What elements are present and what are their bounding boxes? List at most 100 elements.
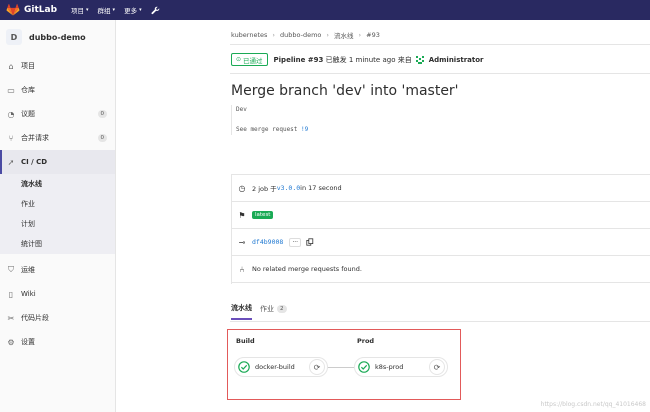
book-icon: ▯ xyxy=(8,289,14,299)
sidebar-item-label: Wiki xyxy=(21,290,36,298)
user-avatar-icon[interactable] xyxy=(414,54,425,65)
top-navbar: GitLab 项目 ▾ 群组 ▾ 更多 ▾ xyxy=(0,0,650,20)
rocket-icon: ➚ xyxy=(7,157,15,167)
sidebar-item-label: 项目 xyxy=(21,62,35,70)
pipeline-info-box: ◷ 2 job 于 v3.0.0 in 17 second ⚑ latest ⊸… xyxy=(231,174,650,284)
breadcrumb: kubernetes › dubbo-demo › 流水线 › #93 xyxy=(231,30,380,40)
flag-icon: ⚑ xyxy=(238,210,246,220)
sidebar-item-project[interactable]: ⌂ 项目 xyxy=(0,54,115,78)
sidebar-item-label: 代码片段 xyxy=(21,314,49,322)
pipeline-graph: Build Prod docker-build ⟳ k8s-prod ⟳ xyxy=(227,329,461,400)
sidebar-item-label: 运维 xyxy=(21,266,35,274)
breadcrumb-item[interactable]: 流水线 xyxy=(334,30,354,40)
check-circle-icon: ⊙ xyxy=(236,56,242,63)
no-mr-text: No related merge requests found. xyxy=(252,265,362,273)
commit-desc-line: Dev xyxy=(236,106,247,113)
check-circle-icon xyxy=(358,361,370,373)
divider xyxy=(230,44,650,45)
gear-icon: ⚙ xyxy=(7,337,15,347)
more-button[interactable]: ··· xyxy=(289,237,302,247)
sidebar-sub-jobs[interactable]: 作业 xyxy=(0,194,115,214)
doc-icon: ▭ xyxy=(7,85,15,95)
pipeline-status-row: ⊙ 已通过 Pipeline #93 已触发 1 minute ago 来自 A… xyxy=(231,53,484,66)
job-k8s-prod[interactable]: k8s-prod ⟳ xyxy=(354,357,448,377)
commit-icon: ⊸ xyxy=(238,237,246,247)
divider xyxy=(230,321,650,322)
chevron-right-icon: › xyxy=(326,31,330,39)
nav-more[interactable]: 更多 ▾ xyxy=(124,5,142,15)
job-name: k8s-prod xyxy=(375,363,404,371)
tags-info-row: ⚑ latest xyxy=(232,202,650,229)
sidebar-sub-charts[interactable]: 统计图 xyxy=(0,234,115,254)
chevron-down-icon: ▾ xyxy=(112,7,116,13)
sidebar-item-snippets[interactable]: ✂ 代码片段 xyxy=(0,306,115,330)
retry-icon[interactable]: ⟳ xyxy=(429,359,445,375)
retry-icon[interactable]: ⟳ xyxy=(309,359,325,375)
clock-icon: ◷ xyxy=(238,183,246,193)
breadcrumb-item[interactable]: kubernetes xyxy=(231,31,267,39)
gitlab-fox-icon xyxy=(6,4,20,16)
sidebar-item-merge-requests[interactable]: ⑂ 合并请求 0 xyxy=(0,126,115,150)
wrench-icon[interactable] xyxy=(151,6,160,15)
merge-request-link[interactable]: !9 xyxy=(301,126,308,133)
commit-info-row: ⊸ df4b9008 ··· xyxy=(232,229,650,256)
brand-name: GitLab xyxy=(24,5,58,15)
nav-groups[interactable]: 群组 ▾ xyxy=(98,5,116,15)
sidebar-item-label: CI / CD xyxy=(21,158,48,166)
jobs-count-badge: 2 xyxy=(277,305,287,313)
issues-icon: ◔ xyxy=(7,109,15,119)
job-docker-build[interactable]: docker-build ⟳ xyxy=(234,357,328,377)
issues-count-badge: 0 xyxy=(97,110,107,118)
gitlab-logo[interactable]: GitLab xyxy=(6,4,71,16)
stage-title: Build xyxy=(236,337,255,345)
sidebar-item-label: 设置 xyxy=(21,338,35,346)
tab-pipeline[interactable]: 流水线 xyxy=(231,298,252,320)
merge-request-icon: ⑃ xyxy=(239,264,245,274)
commit-desc-line: See merge request !9 xyxy=(236,125,308,135)
jobs-duration: in 17 second xyxy=(300,184,342,192)
watermark: https://blog.csdn.net/qq_41016468 xyxy=(540,401,646,408)
commit-title: Merge branch 'dev' into 'master' xyxy=(231,83,459,99)
tab-jobs[interactable]: 作业 2 xyxy=(260,298,287,320)
nav-more-label: 更多 xyxy=(124,7,138,15)
nav-projects-label: 项目 xyxy=(71,7,85,15)
sidebar-item-label: 合并请求 xyxy=(21,134,49,142)
nav-projects[interactable]: 项目 ▾ xyxy=(71,5,89,15)
sidebar-item-settings[interactable]: ⚙ 设置 xyxy=(0,330,115,354)
pipeline-id: Pipeline #93 xyxy=(273,55,324,64)
pipeline-tabs: 流水线 作业 2 xyxy=(231,298,295,320)
tab-label: 流水线 xyxy=(231,304,252,312)
nav-groups-label: 群组 xyxy=(97,7,111,15)
project-header[interactable]: D dubbo-demo xyxy=(0,20,115,54)
chevron-right-icon: › xyxy=(358,31,362,39)
project-name: dubbo-demo xyxy=(29,32,86,42)
home-icon: ⌂ xyxy=(8,61,14,71)
sidebar-item-label: 仓库 xyxy=(21,86,35,94)
chevron-right-icon: › xyxy=(272,31,276,39)
breadcrumb-item[interactable]: dubbo-demo xyxy=(280,31,321,39)
ref-link[interactable]: v3.0.0 xyxy=(277,184,300,192)
project-sidebar: D dubbo-demo ⌂ 项目 ▭ 仓库 ◔ 议题 0 ⑂ 合并请求 0 ➚… xyxy=(0,20,116,412)
copy-icon[interactable] xyxy=(306,238,314,246)
divider xyxy=(230,73,650,74)
chevron-down-icon: ▾ xyxy=(86,7,89,13)
sidebar-item-wiki[interactable]: ▯ Wiki xyxy=(0,282,115,306)
triggered-text: 已触发 1 minute ago 来自 xyxy=(325,55,412,64)
sidebar-item-ci-cd[interactable]: ➚ CI / CD xyxy=(0,150,115,174)
user-name[interactable]: Administrator xyxy=(429,56,484,64)
mr-count-badge: 0 xyxy=(97,134,107,142)
sidebar-sub-schedules[interactable]: 计划 xyxy=(0,214,115,234)
chevron-down-icon: ▾ xyxy=(139,7,142,13)
stage-title: Prod xyxy=(357,337,375,345)
sidebar-sub-pipelines[interactable]: 流水线 xyxy=(0,174,115,194)
sidebar-item-issues[interactable]: ◔ 议题 0 xyxy=(0,102,115,126)
sidebar-item-repository[interactable]: ▭ 仓库 xyxy=(0,78,115,102)
status-badge[interactable]: ⊙ 已通过 xyxy=(231,53,268,66)
commit-sha-link[interactable]: df4b9008 xyxy=(252,238,283,246)
check-circle-icon xyxy=(238,361,250,373)
sidebar-item-operations[interactable]: ⛉ 运维 xyxy=(0,258,115,282)
tab-label: 作业 xyxy=(260,305,274,313)
latest-badge: latest xyxy=(252,211,274,219)
project-avatar: D xyxy=(6,29,22,45)
breadcrumb-item[interactable]: #93 xyxy=(366,31,380,39)
